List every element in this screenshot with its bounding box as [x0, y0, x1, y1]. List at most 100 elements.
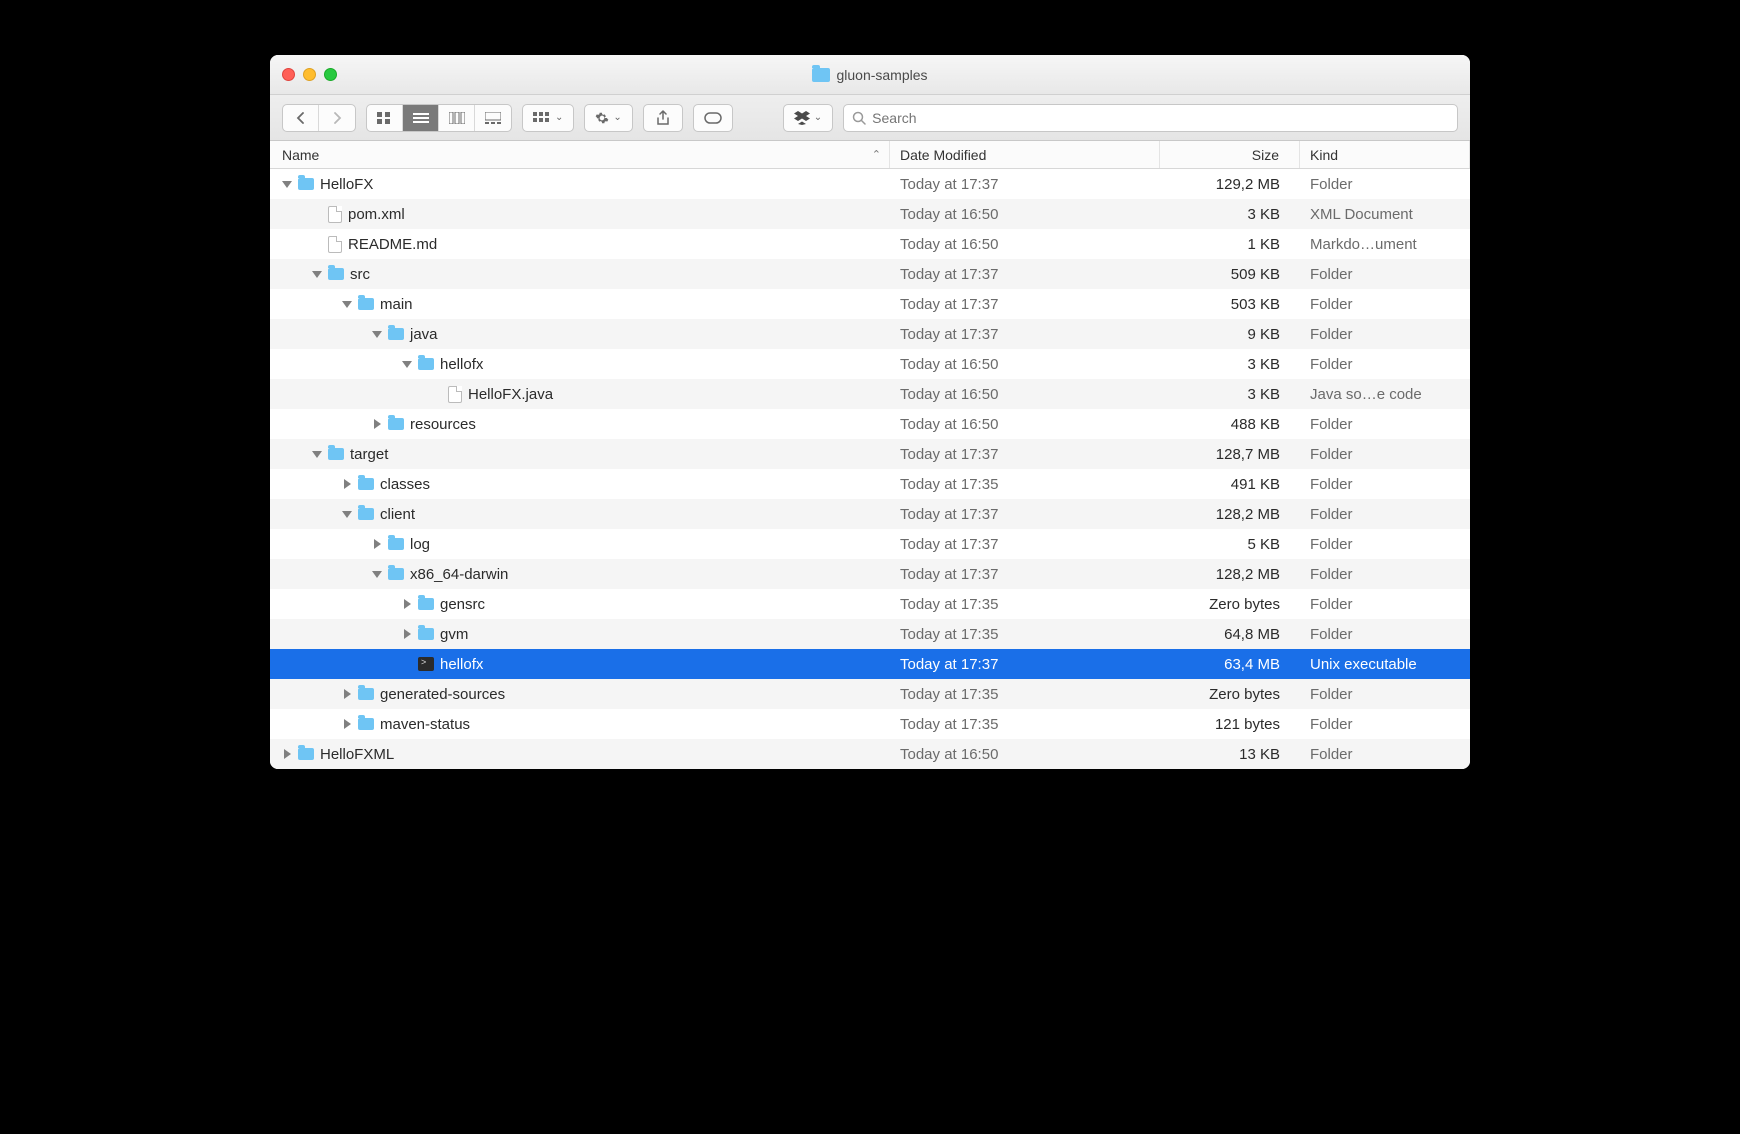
disclosure-triangle-icon[interactable]: [282, 179, 292, 189]
file-list[interactable]: HelloFXToday at 17:37129,2 MBFolderpom.x…: [270, 169, 1470, 769]
zoom-window-button[interactable]: [324, 68, 337, 81]
view-gallery-button[interactable]: [475, 105, 511, 131]
file-row[interactable]: classesToday at 17:35491 KBFolder: [270, 469, 1470, 499]
name-cell: maven-status: [270, 716, 890, 733]
file-date: Today at 17:37: [890, 266, 1160, 283]
file-row[interactable]: logToday at 17:375 KBFolder: [270, 529, 1470, 559]
folder-icon: [298, 748, 314, 760]
disclosure-triangle-icon[interactable]: [402, 599, 412, 609]
view-icon-button[interactable]: [367, 105, 403, 131]
file-kind: XML Document: [1300, 206, 1470, 223]
folder-icon: [298, 178, 314, 190]
file-name: HelloFX: [320, 176, 373, 193]
disclosure-triangle-icon[interactable]: [282, 749, 292, 759]
back-button[interactable]: [283, 105, 319, 131]
file-row[interactable]: HelloFXMLToday at 16:5013 KBFolder: [270, 739, 1470, 769]
column-header-kind[interactable]: Kind: [1300, 141, 1470, 168]
file-size: 3 KB: [1160, 206, 1300, 223]
file-row[interactable]: pom.xmlToday at 16:503 KBXML Document: [270, 199, 1470, 229]
file-date: Today at 17:35: [890, 476, 1160, 493]
arrange-button[interactable]: ⌄: [522, 104, 574, 132]
column-header-date[interactable]: Date Modified: [890, 141, 1160, 168]
disclosure-triangle-icon[interactable]: [402, 629, 412, 639]
view-columns-button[interactable]: [439, 105, 475, 131]
name-cell: main: [270, 296, 890, 313]
file-row[interactable]: mainToday at 17:37503 KBFolder: [270, 289, 1470, 319]
file-name: src: [350, 266, 370, 283]
file-date: Today at 17:37: [890, 506, 1160, 523]
name-cell: target: [270, 446, 890, 463]
chevron-down-icon: ⌄: [555, 112, 563, 123]
search-field[interactable]: [843, 104, 1458, 132]
minimize-window-button[interactable]: [303, 68, 316, 81]
disclosure-triangle-icon[interactable]: [312, 269, 322, 279]
forward-button[interactable]: [319, 105, 355, 131]
file-date: Today at 16:50: [890, 356, 1160, 373]
disclosure-triangle-icon[interactable]: [342, 689, 352, 699]
file-name: HelloFXML: [320, 746, 394, 763]
file-row[interactable]: javaToday at 17:379 KBFolder: [270, 319, 1470, 349]
file-row[interactable]: resourcesToday at 16:50488 KBFolder: [270, 409, 1470, 439]
file-row[interactable]: targetToday at 17:37128,7 MBFolder: [270, 439, 1470, 469]
disclosure-triangle-icon[interactable]: [342, 479, 352, 489]
file-date: Today at 17:37: [890, 176, 1160, 193]
folder-icon: [388, 418, 404, 430]
executable-icon: [418, 657, 434, 671]
file-kind: Java so…e code: [1300, 386, 1470, 403]
file-row[interactable]: clientToday at 17:37128,2 MBFolder: [270, 499, 1470, 529]
column-header-date-label: Date Modified: [900, 147, 986, 163]
file-size: Zero bytes: [1160, 596, 1300, 613]
file-name: client: [380, 506, 415, 523]
name-cell: HelloFX: [270, 176, 890, 193]
name-cell: hellofx: [270, 656, 890, 673]
file-kind: Folder: [1300, 746, 1470, 763]
file-row[interactable]: HelloFX.javaToday at 16:503 KBJava so…e …: [270, 379, 1470, 409]
column-header-name[interactable]: Name ⌃: [270, 141, 890, 168]
file-row[interactable]: maven-statusToday at 17:35121 bytesFolde…: [270, 709, 1470, 739]
file-size: 509 KB: [1160, 266, 1300, 283]
file-date: Today at 17:37: [890, 446, 1160, 463]
file-row[interactable]: gvmToday at 17:3564,8 MBFolder: [270, 619, 1470, 649]
name-cell: README.md: [270, 236, 890, 253]
file-size: 9 KB: [1160, 326, 1300, 343]
search-icon: [852, 111, 866, 125]
view-list-button[interactable]: [403, 105, 439, 131]
file-date: Today at 17:37: [890, 656, 1160, 673]
file-row[interactable]: hellofxToday at 16:503 KBFolder: [270, 349, 1470, 379]
disclosure-triangle-icon[interactable]: [372, 569, 382, 579]
disclosure-triangle-icon[interactable]: [342, 299, 352, 309]
file-row[interactable]: generated-sourcesToday at 17:35Zero byte…: [270, 679, 1470, 709]
disclosure-triangle-icon[interactable]: [312, 449, 322, 459]
tags-button[interactable]: [693, 104, 733, 132]
action-button[interactable]: ⌄: [584, 104, 632, 132]
disclosure-triangle-icon[interactable]: [372, 419, 382, 429]
file-row[interactable]: x86_64-darwinToday at 17:37128,2 MBFolde…: [270, 559, 1470, 589]
window-title-text: gluon-samples: [836, 67, 927, 83]
chevron-down-icon: ⌄: [613, 112, 621, 123]
file-size: 63,4 MB: [1160, 656, 1300, 673]
close-window-button[interactable]: [282, 68, 295, 81]
view-mode-buttons: [366, 104, 512, 132]
share-button[interactable]: [643, 104, 683, 132]
disclosure-triangle-icon[interactable]: [342, 509, 352, 519]
file-row[interactable]: README.mdToday at 16:501 KBMarkdo…ument: [270, 229, 1470, 259]
arrange-icon: [533, 112, 551, 124]
disclosure-triangle-icon[interactable]: [402, 359, 412, 369]
folder-icon: [328, 448, 344, 460]
disclosure-triangle-icon[interactable]: [342, 719, 352, 729]
dropbox-button[interactable]: ⌄: [783, 104, 833, 132]
file-kind: Folder: [1300, 476, 1470, 493]
file-row[interactable]: gensrcToday at 17:35Zero bytesFolder: [270, 589, 1470, 619]
chevron-left-icon: [296, 112, 306, 124]
file-row[interactable]: srcToday at 17:37509 KBFolder: [270, 259, 1470, 289]
file-row[interactable]: HelloFXToday at 17:37129,2 MBFolder: [270, 169, 1470, 199]
file-row[interactable]: hellofxToday at 17:3763,4 MBUnix executa…: [270, 649, 1470, 679]
search-input[interactable]: [872, 110, 1449, 126]
file-date: Today at 16:50: [890, 206, 1160, 223]
disclosure-triangle-icon[interactable]: [372, 539, 382, 549]
file-size: 491 KB: [1160, 476, 1300, 493]
name-cell: java: [270, 326, 890, 343]
disclosure-triangle-icon[interactable]: [372, 329, 382, 339]
column-header-size[interactable]: Size: [1160, 141, 1300, 168]
folder-icon: [358, 508, 374, 520]
